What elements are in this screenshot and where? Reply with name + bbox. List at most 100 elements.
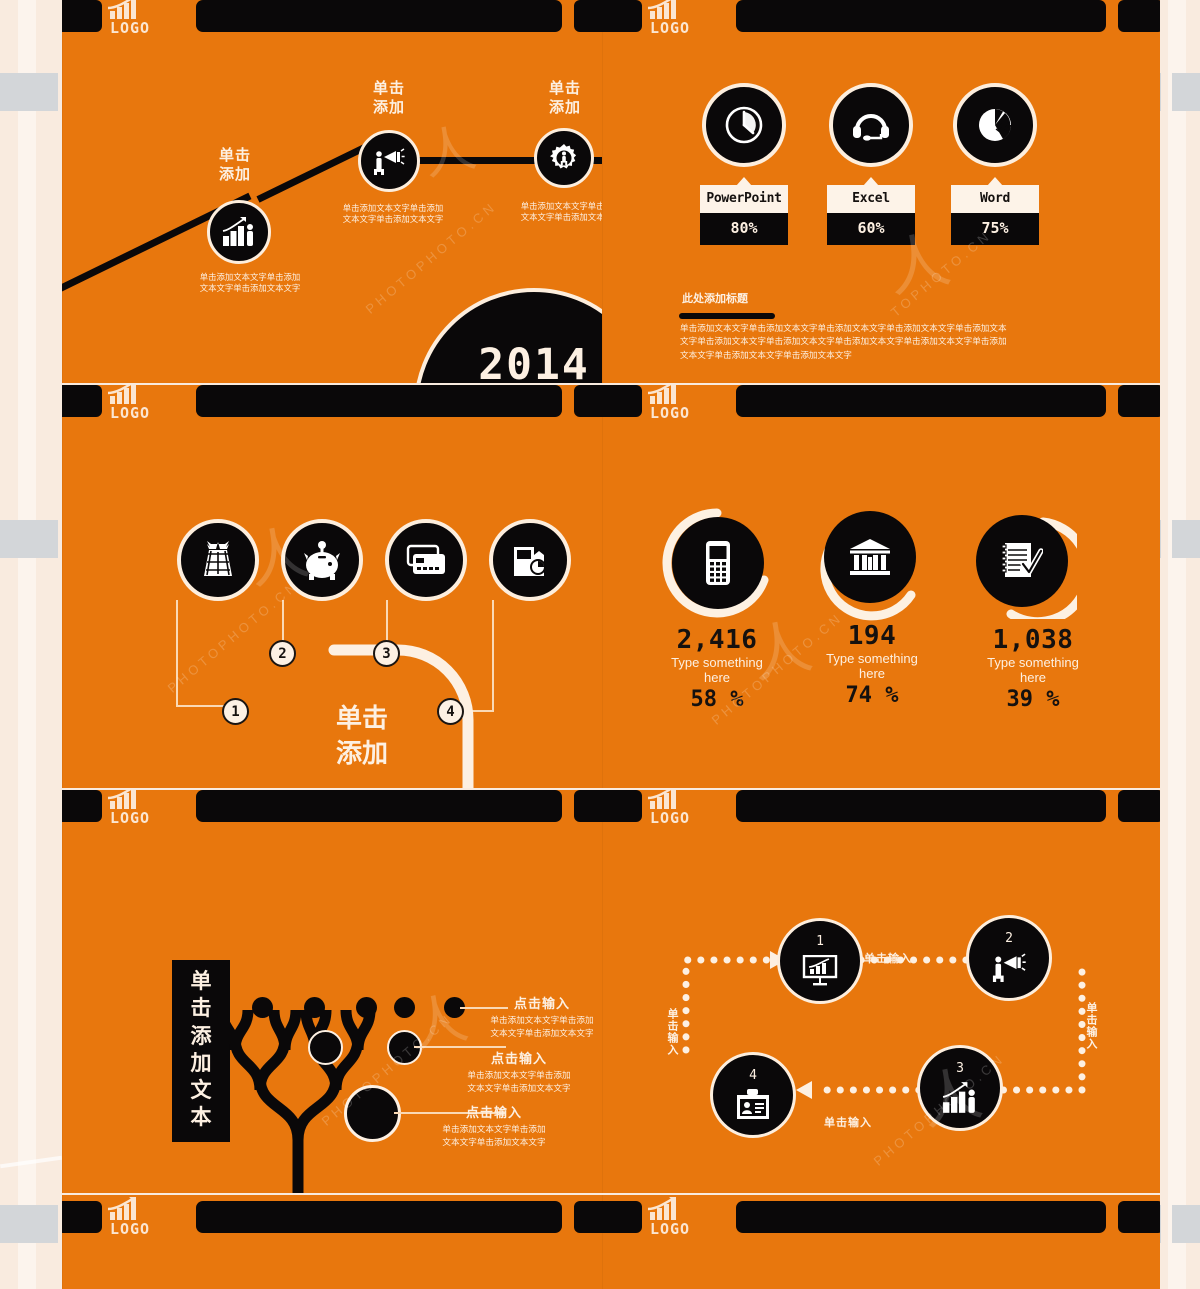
cycle-label-left: 单击输入	[666, 1008, 678, 1056]
slide-skills[interactable]: LOGO PowerPoint 80% Excel 60% Word 75% 此…	[602, 0, 1160, 383]
logo[interactable]: LOGO	[98, 1197, 162, 1237]
bar-chart-arrow-icon	[648, 790, 676, 809]
slide-header: LOGO	[62, 1197, 602, 1247]
stat-3-circle[interactable]	[976, 515, 1068, 607]
lead-line	[492, 600, 494, 710]
timeline-node-1-circle[interactable]	[207, 200, 271, 264]
money-bag-icon	[204, 541, 232, 576]
tree-item-3: 点击输入 单击添加文本文字单击添加 文本文字单击添加文本文字	[409, 1102, 579, 1149]
money-item-3-circle[interactable]	[385, 519, 467, 601]
timeline-node-1-kicker: 单击 添加	[218, 147, 251, 183]
header-stub	[602, 1201, 642, 1233]
header-tail-bar	[574, 790, 602, 822]
money-item-4-circle[interactable]	[489, 519, 571, 601]
header-title-bar	[736, 1201, 1106, 1233]
stat-2-percent: 74 %	[845, 682, 899, 708]
tree-node-dot	[304, 997, 325, 1018]
skill-3-icon-circle[interactable]	[953, 83, 1037, 167]
slide-tree[interactable]: LOGO 单击 添加 文本 点击输入 单击添加文本文字单击添加 文本文字单击添加…	[62, 790, 602, 1193]
wallet-coin-icon	[514, 544, 546, 576]
header-title-bar	[196, 0, 562, 32]
tree-item-3-heading: 点击输入	[465, 1105, 522, 1120]
slide-timeline[interactable]: LOGO 单击 添加 单击添加文本文字单击添加 文本文字单击添加文本文字 单击 …	[62, 0, 602, 383]
cycle-node-2[interactable]: 2	[966, 915, 1052, 1001]
slide-partial-right[interactable]: LOGO	[602, 1195, 1160, 1289]
skill-3-percent: 75%	[951, 213, 1039, 245]
logo[interactable]: LOGO	[638, 385, 702, 421]
bar-chart-arrow-icon	[648, 0, 676, 19]
logo[interactable]: LOGO	[98, 0, 162, 37]
skill-1-name: PowerPoint	[700, 185, 788, 213]
gray-box	[0, 520, 58, 558]
slide-cycle[interactable]: LOGO 1 2 3 4 单击输入 单击输入 单击输入 单击输入 PHOTOPH…	[602, 790, 1160, 1193]
logo[interactable]: LOGO	[98, 790, 162, 827]
logo-text: LOGO	[109, 809, 151, 827]
tree-node-dot	[252, 997, 273, 1018]
checklist-icon	[1001, 543, 1043, 577]
id-badge-icon	[737, 1089, 769, 1119]
header-tail-bar	[1118, 0, 1160, 32]
tree-node-dot	[394, 997, 415, 1018]
slide-money-steps[interactable]: LOGO 1 2 3 4 单击 添加 人 PHOTOPHOTO.CN	[62, 385, 602, 788]
tree-item-2-heading: 点击输入	[490, 1051, 547, 1066]
money-item-2-circle[interactable]	[281, 519, 363, 601]
money-item-1-circle[interactable]	[177, 519, 259, 601]
gray-box	[1172, 520, 1200, 558]
skill-2-icon-circle[interactable]	[829, 83, 913, 167]
slide-header: LOGO	[602, 0, 1160, 46]
cycle-node-1[interactable]: 1	[777, 918, 863, 1004]
cycle-node-3[interactable]: 3	[917, 1045, 1003, 1131]
timeline-node-2-circle[interactable]	[358, 130, 420, 192]
header-stub	[602, 0, 642, 32]
header-title-bar	[736, 385, 1106, 417]
skill-1: PowerPoint 80%	[700, 177, 788, 245]
timeline-node-3-kicker: 单击 添加	[548, 80, 581, 116]
header-stub	[62, 0, 102, 32]
header-tail-bar	[574, 1201, 602, 1233]
tree-node-dot-outlined	[387, 1030, 422, 1065]
tree-item-3-body: 单击添加文本文字单击添加 文本文字单击添加文本文字	[442, 1124, 546, 1147]
header-stub	[62, 1201, 102, 1233]
credit-card-icon	[406, 544, 445, 574]
stat-1-number: 2,416	[676, 625, 758, 655]
logo[interactable]: LOGO	[638, 1197, 702, 1237]
header-tail-bar	[1118, 385, 1160, 417]
skill-2-notch	[863, 177, 879, 186]
stat-3-label: Type something here	[987, 655, 1079, 685]
money-center-text: 单击 添加	[335, 703, 388, 769]
logo[interactable]: LOGO	[638, 790, 702, 826]
slide-stats[interactable]: LOGO 2,416 Type something here 58 % 194 …	[602, 385, 1160, 788]
bar-chart-arrow-icon	[108, 1197, 136, 1220]
mobile-phone-icon	[706, 541, 730, 585]
header-tail-bar	[574, 0, 602, 32]
header-stub	[602, 385, 642, 417]
skill-1-percent: 80%	[700, 213, 788, 245]
stat-3-percent: 39 %	[1006, 686, 1060, 712]
skill-1-icon-circle[interactable]	[702, 83, 786, 167]
cycle-node-2-number: 2	[1005, 931, 1013, 946]
header-title-bar	[196, 790, 562, 822]
money-item-1-number: 1	[222, 698, 249, 725]
tree-node-dot-large	[344, 1085, 401, 1142]
logo[interactable]: LOGO	[98, 385, 162, 422]
bar-chart-arrow-icon	[648, 1197, 676, 1220]
stat-2-circle[interactable]	[824, 511, 916, 603]
header-stub	[62, 790, 102, 822]
timeline-node-2-kicker: 单击 添加	[372, 80, 405, 116]
slide-partial-left[interactable]: LOGO	[62, 1195, 602, 1289]
cycle-node-4[interactable]: 4	[710, 1052, 796, 1138]
bar-chart-arrow-icon	[648, 385, 676, 404]
year-badge-text: 2014	[478, 340, 590, 383]
stat-3-number: 1,038	[992, 625, 1074, 655]
header-tail-bar	[574, 385, 602, 417]
header-stub	[62, 385, 102, 417]
timeline-node-3-circle[interactable]	[534, 128, 594, 188]
header-title-bar	[736, 0, 1106, 32]
tree-item-1-body: 单击添加文本文字单击添加 文本文字单击添加文本文字	[490, 1015, 594, 1038]
logo-text: LOGO	[109, 404, 151, 422]
timeline-node-3-body: 单击添加文本文字单击添加 文本文字单击添加文本文字	[520, 201, 602, 223]
logo[interactable]: LOGO	[638, 0, 702, 36]
stat-1-circle[interactable]	[672, 517, 764, 609]
megaphone-person-icon	[374, 148, 405, 175]
logo-text: LOGO	[109, 19, 151, 37]
